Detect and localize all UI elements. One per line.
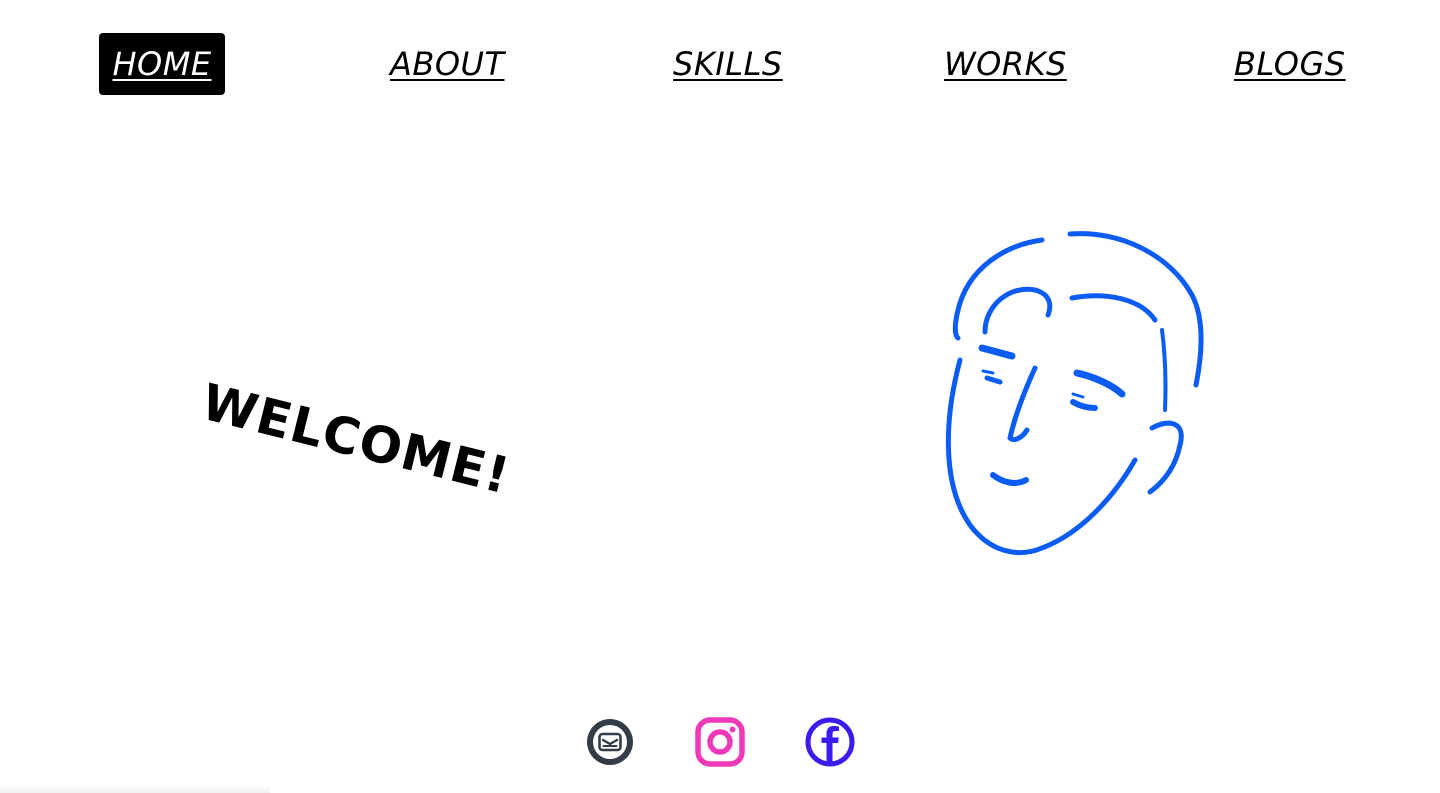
nav-skills-link[interactable]: SKILLS xyxy=(673,33,783,95)
nav-home-link[interactable]: HOME xyxy=(99,33,225,95)
mail-icon[interactable] xyxy=(585,717,635,767)
nav-works-link[interactable]: WORKS xyxy=(944,33,1067,95)
instagram-icon[interactable] xyxy=(695,717,745,767)
welcome-heading: WELCOME! xyxy=(195,372,516,506)
face-line-drawing-icon xyxy=(945,231,1204,556)
nav-blogs-link[interactable]: BLOGS xyxy=(1234,33,1346,95)
bottom-shadow xyxy=(0,785,270,793)
facebook-icon[interactable] xyxy=(805,717,855,767)
nav-about-link[interactable]: ABOUT xyxy=(390,33,505,95)
